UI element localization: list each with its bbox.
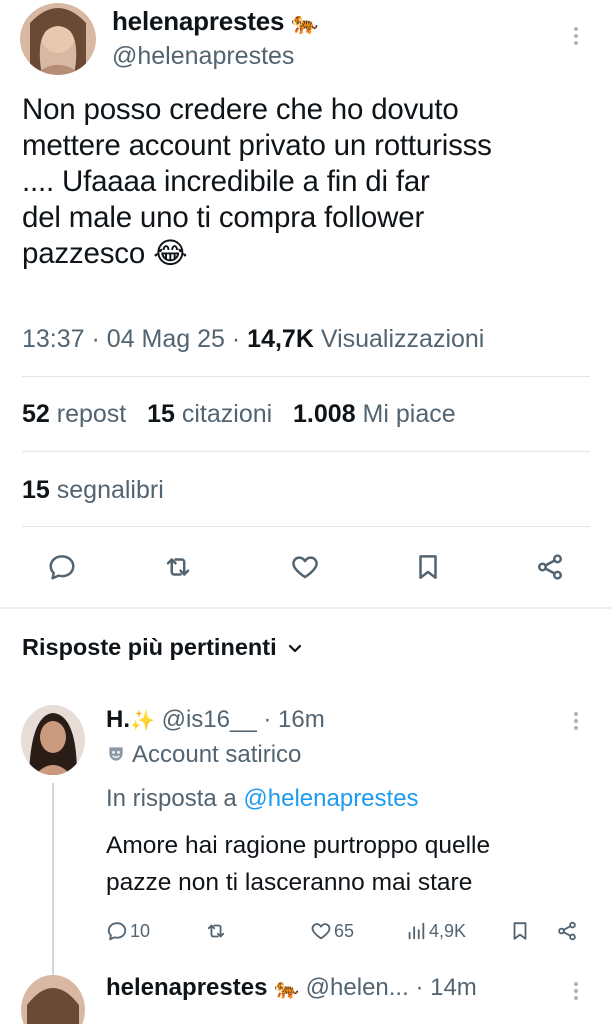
replies-sort-label: Risposte più pertinenti: [22, 634, 277, 660]
quotes-stat[interactable]: 15 citazioni: [147, 400, 272, 428]
reposts-stat[interactable]: 52 repost: [22, 400, 126, 428]
bookmarks-label: segnalibri: [56, 476, 164, 504]
reply-avatar[interactable]: [21, 705, 85, 775]
reply-to-handle-link[interactable]: @helenaprestes: [243, 785, 418, 812]
author-handle[interactable]: @helenaprestes: [112, 42, 294, 71]
reposts-count: 52: [22, 400, 50, 428]
reply-like-button[interactable]: 65: [310, 920, 354, 942]
reply-bookmark-button[interactable]: [509, 920, 531, 942]
next-reply-time[interactable]: · 14m: [415, 974, 476, 1001]
divider: [22, 451, 590, 452]
views-chart-icon: [408, 922, 425, 940]
reply-author[interactable]: H.✨ @is16__ · 16m: [106, 706, 325, 734]
heart-icon: [311, 923, 331, 940]
theater-mask-icon: [109, 747, 123, 761]
replies-sort-dropdown[interactable]: Risposte più pertinenti: [22, 634, 303, 661]
reply-views-button[interactable]: 4,9K: [405, 920, 466, 942]
separator-dot: ·: [91, 325, 100, 353]
tiger-emoji: 🐅: [274, 978, 299, 1000]
next-reply-author[interactable]: helenaprestes 🐅 @helen... · 14m: [106, 974, 477, 1002]
sparkles-emoji: ✨: [130, 710, 155, 732]
reply-author-name[interactable]: H.: [106, 706, 130, 733]
next-reply-more-options-icon[interactable]: [574, 979, 578, 1003]
bookmark-icon[interactable]: [413, 552, 443, 582]
author-name[interactable]: helenaprestes 🐅: [112, 6, 319, 37]
quotes-count: 15: [147, 400, 175, 428]
reply-text: Amore hai ragione purtroppo quelle pazze…: [106, 832, 491, 896]
tweet-meta: 13:37 · 04 Mag 25 · 14,7K Visualizzazion…: [22, 325, 484, 354]
views-count: 14,7K: [247, 325, 314, 353]
author-avatar[interactable]: [20, 3, 96, 75]
views-label: Visualizzazioni: [320, 325, 485, 353]
tweet-text: Non posso credere che ho dovuto mettere …: [22, 93, 492, 270]
tweet-date[interactable]: 04 Mag 25: [107, 325, 225, 353]
quotes-label: citazioni: [181, 400, 273, 428]
more-options-icon[interactable]: [574, 24, 578, 48]
satirical-account-text: Account satirico: [132, 741, 302, 768]
share-icon[interactable]: [535, 552, 565, 582]
likes-label: Mi piace: [362, 400, 456, 428]
share-icon: [558, 921, 576, 941]
reply-comment-button[interactable]: 10: [106, 920, 150, 942]
comment-icon: [107, 922, 127, 941]
engagement-stats: 52 repost 15 citazioni 1.008 Mi piace: [22, 400, 456, 429]
reply-time[interactable]: · 16m: [263, 706, 324, 733]
reply-more-options-icon[interactable]: [574, 709, 578, 733]
reply-like-count: 65: [334, 920, 355, 941]
divider: [22, 376, 590, 377]
reply-share-button[interactable]: [556, 920, 578, 942]
reply-author-handle[interactable]: @is16__: [162, 706, 257, 733]
reposts-label: repost: [56, 400, 127, 428]
thread-line: [52, 783, 54, 993]
satirical-account-label[interactable]: Account satirico: [106, 741, 301, 769]
reply-to-line: In risposta a @helenaprestes: [106, 785, 419, 813]
next-reply-handle[interactable]: @helen...: [306, 974, 409, 1001]
tweet-time[interactable]: 13:37: [22, 325, 85, 353]
reply-comment-count: 10: [130, 920, 151, 941]
likes-count: 1.008: [293, 400, 356, 428]
repost-icon: [207, 924, 225, 938]
reply-to-prefix: In risposta a: [106, 785, 237, 812]
section-divider: [0, 607, 612, 609]
repost-icon[interactable]: [163, 552, 193, 582]
divider: [22, 526, 590, 527]
reply-views-count: 4,9K: [429, 920, 467, 941]
likes-stat[interactable]: 1.008 Mi piace: [293, 400, 456, 428]
separator-dot: ·: [231, 325, 241, 353]
reply-repost-button[interactable]: [205, 920, 227, 942]
next-reply-avatar[interactable]: [21, 975, 85, 1024]
author-name-text[interactable]: helenaprestes: [112, 6, 284, 36]
bookmark-icon: [513, 922, 527, 940]
like-icon[interactable]: [290, 552, 320, 582]
next-reply-author-name[interactable]: helenaprestes: [106, 974, 267, 1001]
chevron-down-icon: [289, 644, 302, 652]
bookmarks-stat[interactable]: 15 segnalibri: [22, 476, 164, 505]
reply-icon[interactable]: [47, 552, 77, 582]
tiger-emoji: 🐅: [291, 10, 319, 35]
bookmarks-count: 15: [22, 476, 50, 504]
